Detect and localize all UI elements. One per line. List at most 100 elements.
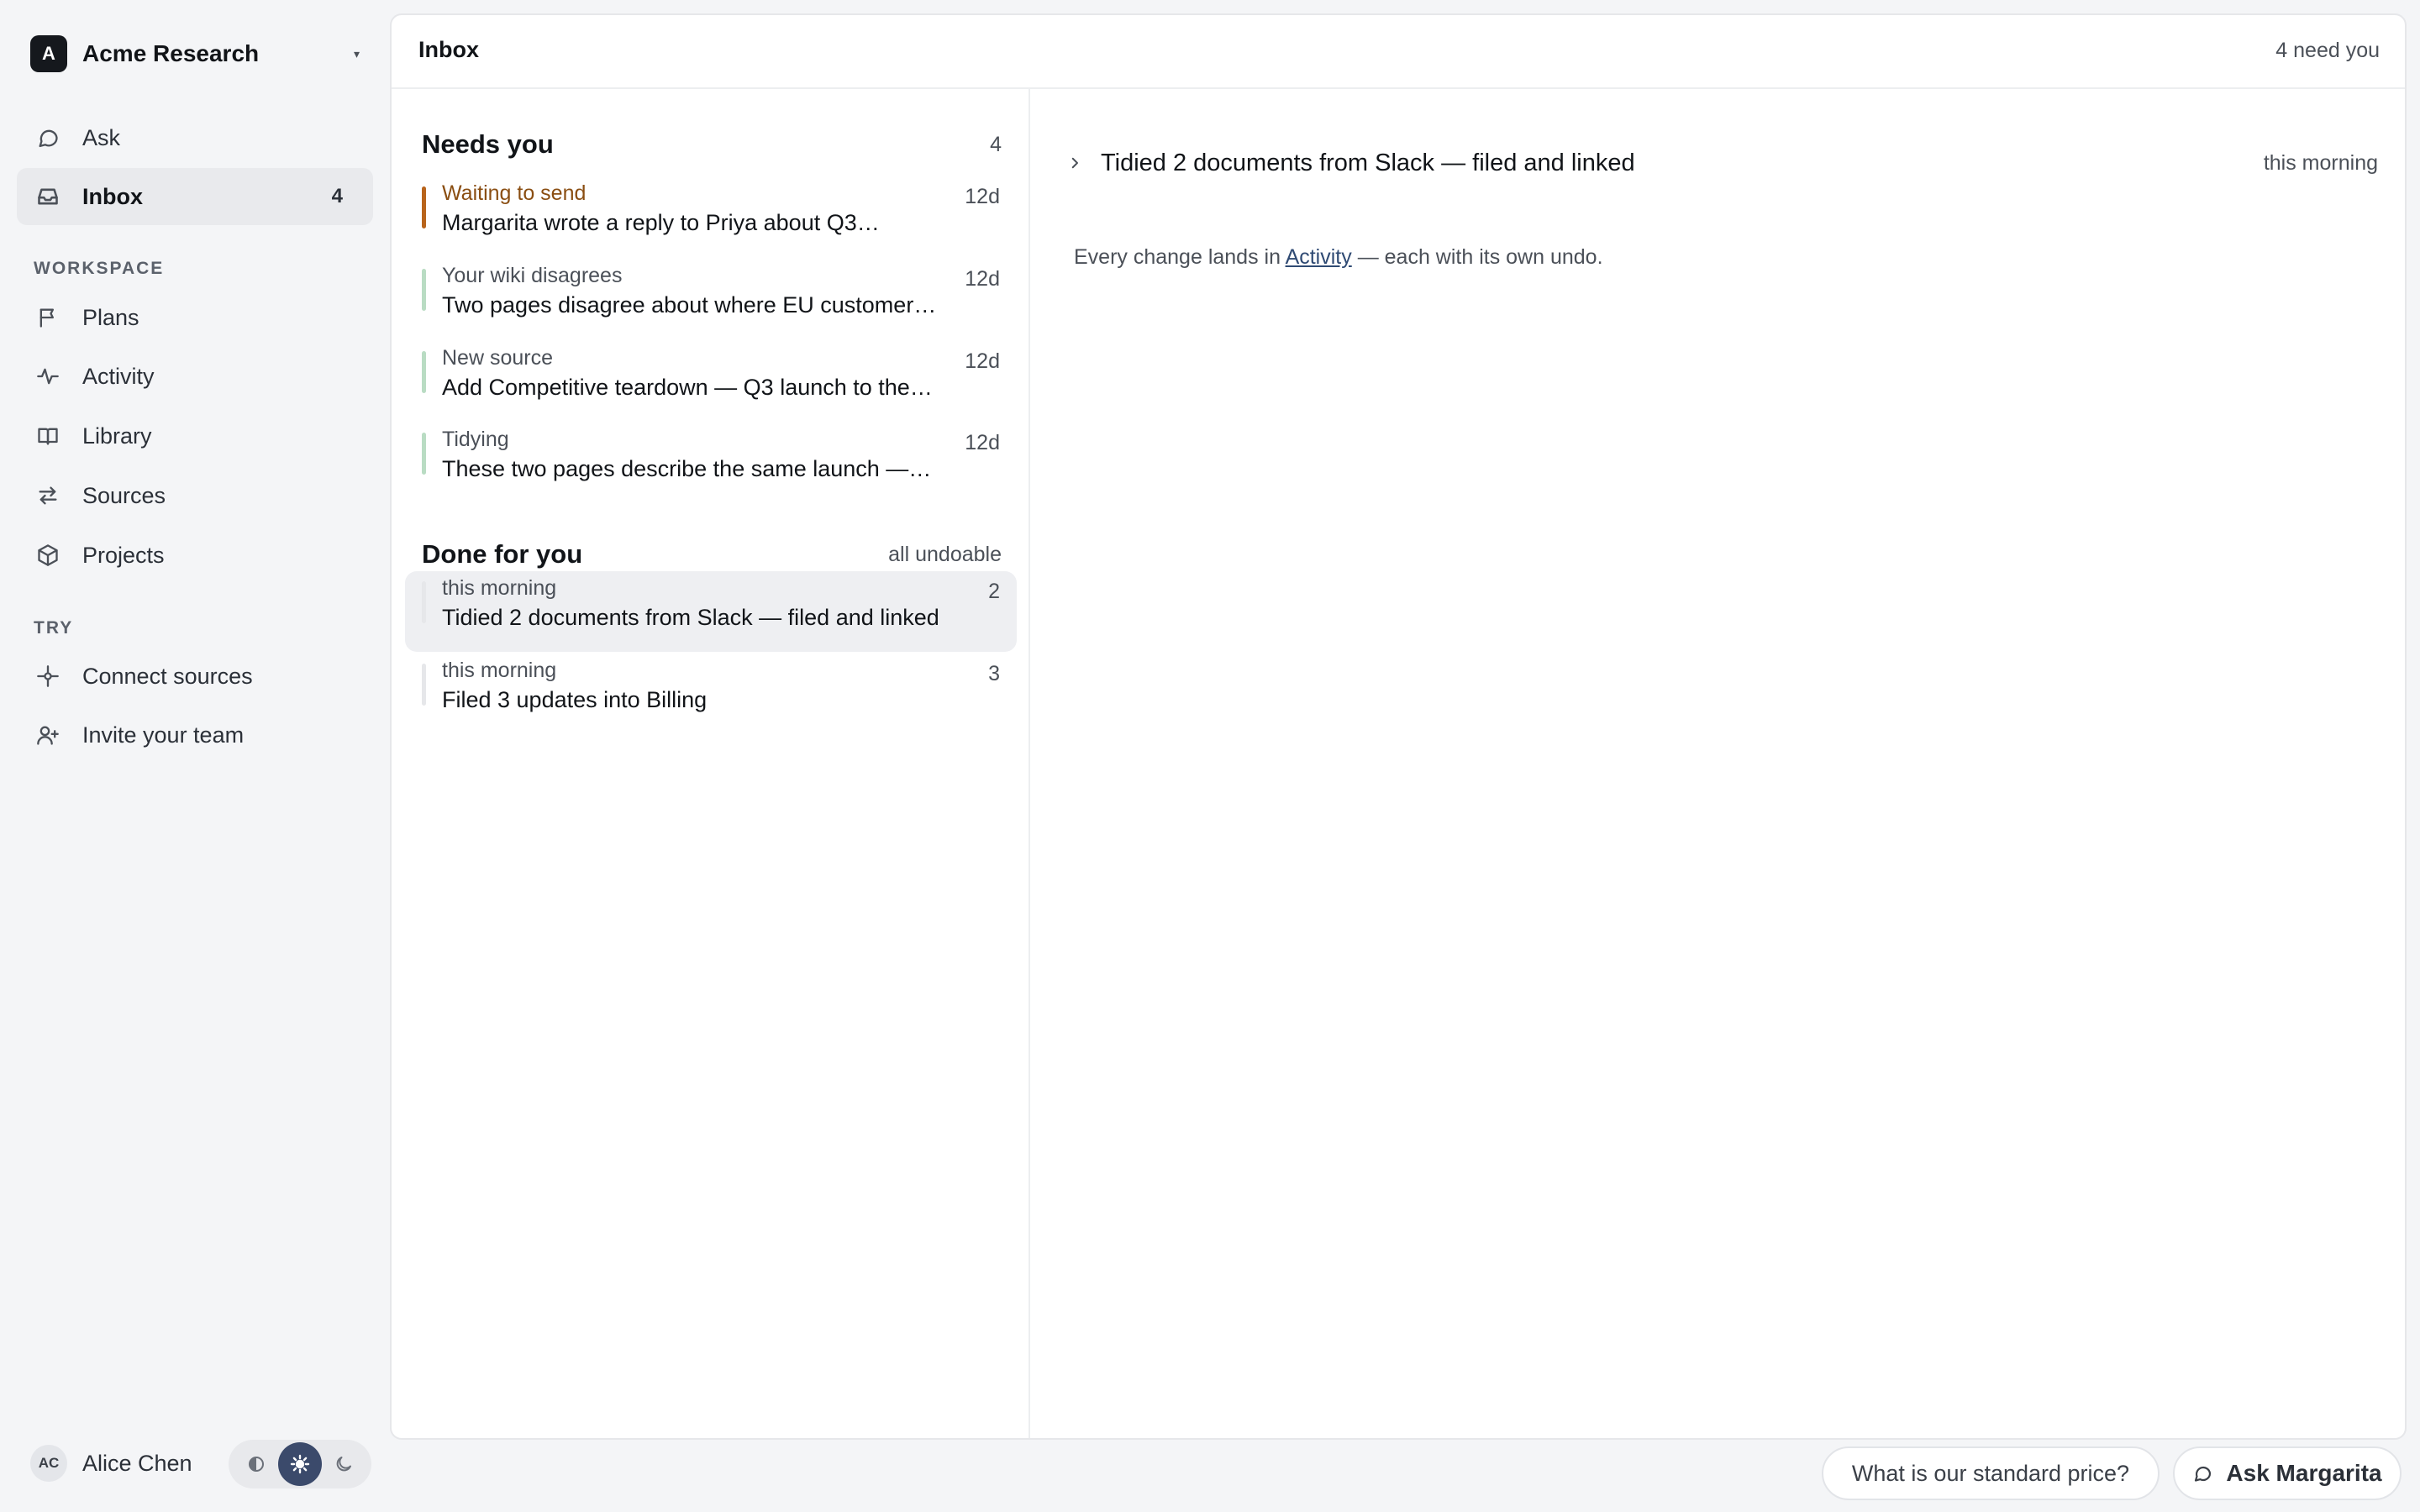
- sidebar-item-label: Inbox: [82, 183, 143, 209]
- suggestion-chip[interactable]: What is our standard price?: [1822, 1446, 2160, 1500]
- book-icon: [35, 423, 60, 449]
- sidebar-item-plans[interactable]: Plans: [17, 289, 373, 346]
- inbox-tray-icon: [35, 184, 60, 209]
- accent-bar: [422, 351, 426, 393]
- sidebar-item-ask[interactable]: Ask: [17, 109, 373, 166]
- ask-margarita-button[interactable]: Ask Margarita: [2173, 1446, 2402, 1500]
- half-circle-icon: [248, 1457, 264, 1472]
- accent-bar: [422, 664, 426, 706]
- activity-link[interactable]: Activity: [1286, 245, 1352, 269]
- item-kicker: this morning: [442, 659, 557, 682]
- item-kicker: Your wiki disagrees: [442, 264, 623, 287]
- user-profile[interactable]: AC Alice Chen: [30, 1443, 192, 1483]
- accent-bar: [422, 186, 426, 228]
- sidebar-item-label: Activity: [82, 363, 155, 389]
- group-count: 4: [990, 132, 1002, 156]
- sidebar-item-label: Ask: [82, 124, 121, 150]
- chat-bubble-icon: [35, 125, 60, 150]
- theme-system-button[interactable]: [234, 1444, 278, 1484]
- item-title: Filed 3 updates into Billing: [442, 687, 708, 712]
- list-item[interactable]: this morning Filed 3 updates into Billin…: [405, 654, 1017, 734]
- section-label-workspace: WORKSPACE: [34, 259, 165, 278]
- org-avatar: A: [30, 35, 67, 72]
- sidebar-item-inbox[interactable]: Inbox 4: [17, 168, 373, 225]
- item-count: 2: [988, 580, 1000, 603]
- body-suffix: — each with its own undo.: [1351, 245, 1603, 269]
- item-title: Add Competitive teardown — Q3 launch to …: [442, 375, 933, 400]
- sidebar-item-projects[interactable]: Projects: [17, 527, 373, 584]
- list-item[interactable]: Your wiki disagrees Two pages disagree a…: [405, 259, 1017, 339]
- moon-icon: [336, 1457, 352, 1472]
- crosshair-icon: [35, 664, 60, 689]
- sidebar-item-label: Plans: [82, 304, 139, 330]
- inbox-count-badge: 4: [331, 185, 343, 207]
- done-for-you-header: Done for you all undoable: [422, 536, 1002, 573]
- theme-toggle: [229, 1440, 371, 1488]
- sidebar-item-label: Projects: [82, 542, 165, 568]
- avatar: AC: [30, 1445, 67, 1482]
- main-panel: Inbox 4 need you Needs you 4 Waiting to …: [390, 13, 2407, 1440]
- chevron-right-icon[interactable]: [1067, 155, 1086, 171]
- item-age: 12d: [965, 267, 1000, 291]
- accent-bar: [422, 269, 426, 311]
- needs-you-status: 4 need you: [2275, 39, 2380, 62]
- item-count: 3: [988, 662, 1000, 685]
- cube-icon: [35, 543, 60, 568]
- detail-title: Tidied 2 documents from Slack — filed an…: [1101, 149, 1635, 176]
- sidebar-item-label: Sources: [82, 482, 166, 508]
- section-label-try: TRY: [34, 618, 74, 638]
- sidebar-item-label: Library: [82, 423, 152, 449]
- list-item[interactable]: this morning Tidied 2 documents from Sla…: [405, 571, 1017, 652]
- needs-you-header: Needs you 4: [422, 126, 1002, 163]
- page-title: Inbox: [418, 37, 479, 62]
- detail-body: Every change lands in Activity — each wi…: [1074, 245, 1603, 270]
- sidebar-item-activity[interactable]: Activity: [17, 348, 373, 405]
- inbox-list: Needs you 4 Waiting to send Margarita wr…: [392, 89, 1030, 1438]
- sun-icon: [290, 1454, 310, 1474]
- sidebar: A Acme Research ▾ Ask Inbox 4 WORKSPACE …: [0, 0, 390, 1512]
- list-item[interactable]: Waiting to send Margarita wrote a reply …: [405, 176, 1017, 257]
- item-title: Margarita wrote a reply to Priya about Q…: [442, 210, 880, 235]
- theme-light-button[interactable]: [278, 1442, 322, 1486]
- item-kicker: Tidying: [442, 428, 509, 451]
- item-kicker: Waiting to send: [442, 181, 587, 205]
- org-switcher[interactable]: A Acme Research ▾: [17, 22, 373, 86]
- user-plus-icon: [35, 722, 60, 748]
- theme-dark-button[interactable]: [322, 1444, 366, 1484]
- detail-time: this morning: [2263, 150, 2378, 175]
- list-item[interactable]: Tidying These two pages describe the sam…: [405, 423, 1017, 503]
- sidebar-item-label: Invite your team: [82, 722, 245, 748]
- item-kicker: this morning: [442, 576, 557, 600]
- user-name: Alice Chen: [82, 1450, 192, 1476]
- sidebar-item-library[interactable]: Library: [17, 407, 373, 465]
- arrows-exchange-icon: [35, 483, 60, 508]
- group-title: Needs you: [422, 129, 554, 159]
- sidebar-item-invite-team[interactable]: Invite your team: [17, 706, 373, 764]
- item-title: Tidied 2 documents from Slack — filed an…: [442, 605, 939, 630]
- list-item[interactable]: New source Add Competitive teardown — Q3…: [405, 341, 1017, 422]
- pulse-icon: [35, 364, 60, 389]
- item-title: These two pages describe the same launch…: [442, 456, 932, 481]
- item-age: 12d: [965, 349, 1000, 373]
- item-title: Two pages disagree about where EU custom…: [442, 292, 937, 318]
- body-prefix: Every change lands in: [1074, 245, 1286, 269]
- main-header: Inbox 4 need you: [392, 15, 2405, 89]
- org-name: Acme Research: [82, 40, 260, 66]
- detail-pane: Tidied 2 documents from Slack — filed an…: [1030, 89, 2405, 1438]
- item-kicker: New source: [442, 346, 553, 370]
- app-window: A Acme Research ▾ Ask Inbox 4 WORKSPACE …: [0, 0, 2420, 1512]
- group-meta: all undoable: [888, 542, 1002, 566]
- item-age: 12d: [965, 431, 1000, 454]
- caret-down-icon: ▾: [353, 46, 360, 60]
- group-title: Done for you: [422, 539, 583, 569]
- flag-icon: [35, 305, 60, 330]
- ask-label: Ask Margarita: [2226, 1460, 2382, 1486]
- sidebar-item-connect-sources[interactable]: Connect sources: [17, 648, 373, 705]
- item-age: 12d: [965, 185, 1000, 208]
- accent-bar: [422, 581, 426, 623]
- sidebar-item-label: Connect sources: [82, 663, 253, 689]
- chat-bubble-icon: [2195, 1466, 2212, 1482]
- detail-header[interactable]: Tidied 2 documents from Slack — filed an…: [1067, 144, 2378, 181]
- accent-bar: [422, 433, 426, 475]
- sidebar-item-sources[interactable]: Sources: [17, 467, 373, 524]
